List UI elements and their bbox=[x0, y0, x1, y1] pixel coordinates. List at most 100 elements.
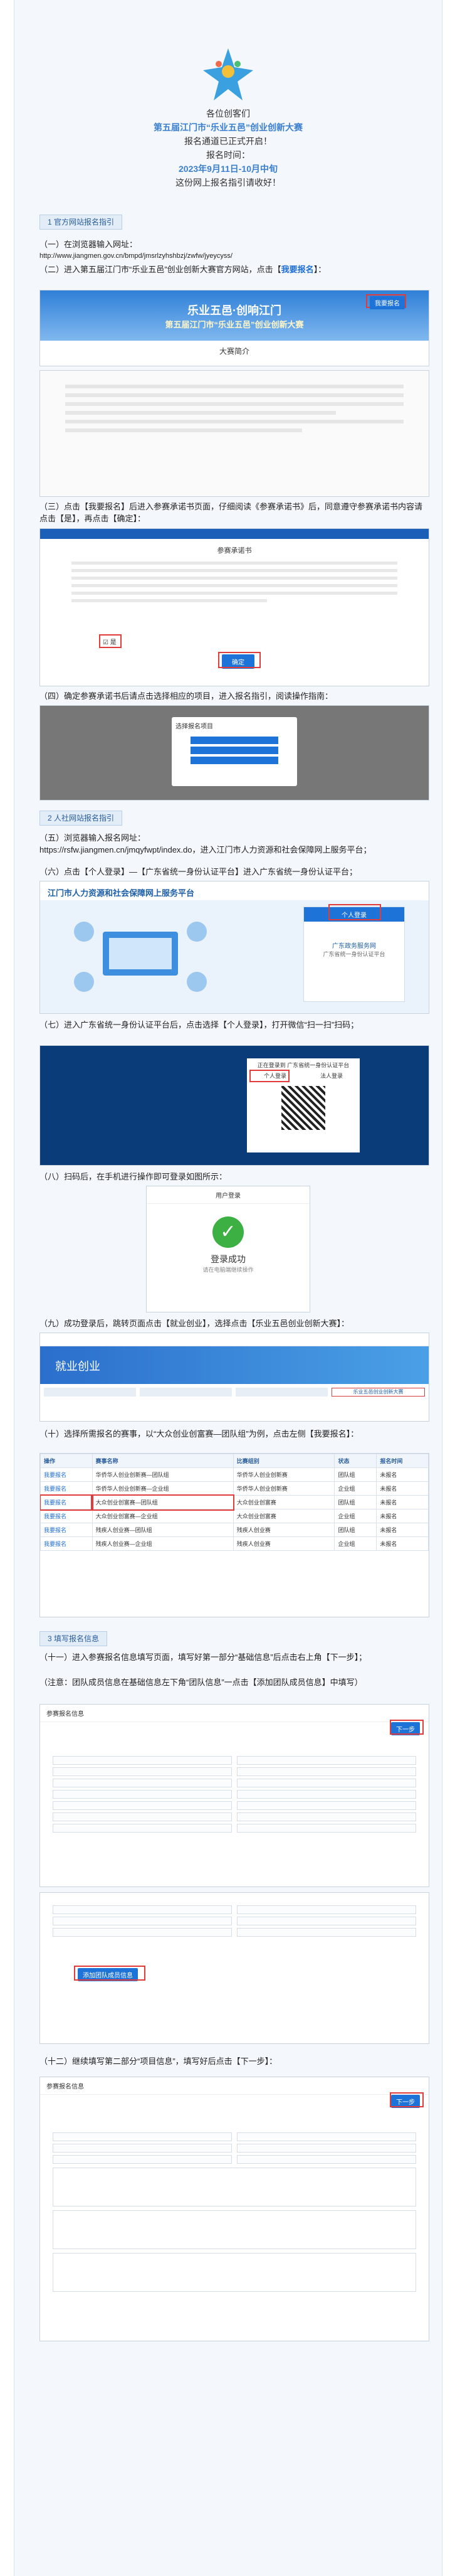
form-field[interactable] bbox=[237, 1905, 416, 1914]
success-sub: 请在电脑端继续操作 bbox=[202, 1267, 254, 1273]
popup-option-3[interactable] bbox=[191, 757, 278, 764]
table-row: 我要报名 残疾人创业赛—企业组 残疾人创业赛 企业组 未报名 bbox=[40, 1536, 429, 1551]
gd-platform-link[interactable]: 广东政务服务网 bbox=[304, 940, 404, 950]
open-text: 报名通道已正式开启！ bbox=[184, 136, 272, 146]
screenshot-team-info-form: 添加团队成员信息 bbox=[39, 1892, 429, 2044]
form-field[interactable] bbox=[53, 1917, 232, 1925]
register-link[interactable]: 我要报名 bbox=[40, 1523, 93, 1537]
form-field[interactable] bbox=[53, 1790, 232, 1799]
form-field[interactable] bbox=[237, 1801, 416, 1810]
table-cell: 华侨华人创业创新赛 bbox=[233, 1481, 335, 1496]
s3-note: （注意：团队成员信息在基础信息左下角“团队信息”一点击【添加团队成员信息】中填写… bbox=[39, 1678, 363, 1687]
form-field[interactable] bbox=[237, 1917, 416, 1925]
form-field[interactable] bbox=[237, 1824, 416, 1833]
site-subtitle: 第五届江门市“乐业五邑”创业创新大赛 bbox=[165, 320, 304, 329]
section-heading-1: 1 官方网站报名指引 bbox=[39, 215, 123, 230]
table-header-row: 操作 赛事名称 比赛组别 状态 报名时间 bbox=[40, 1454, 429, 1468]
jobs-tabs: 乐业五邑创业创新大赛 bbox=[40, 1384, 429, 1400]
official-url[interactable]: http://www.jiangmen.gov.cn/bmpd/jmsrlzyh… bbox=[39, 250, 423, 262]
textarea-field[interactable] bbox=[53, 2253, 416, 2292]
table-cell: 大众创业创富赛 bbox=[233, 1509, 335, 1523]
success-header: 用户登录 bbox=[147, 1186, 310, 1204]
s3-step-2: （十二）继续填写第二部分“项目信息”，填写好后点击【下一步】： bbox=[39, 2057, 278, 2066]
table-cell: 大众创业创富赛—团队组 bbox=[91, 1494, 235, 1511]
table-cell: 华侨华人创业创新赛 bbox=[233, 1467, 335, 1482]
table-cell: 团队组 bbox=[334, 1467, 377, 1482]
step-3-text: （三）点击【我要报名】后进入参赛承诺书页面，仔细阅读《参赛承诺书》后，同意遵守参… bbox=[39, 502, 423, 523]
screenshot-platform: 江门市人力资源和社会保障网上服务平台 个人登录 广东政务服务网 广东省统一身份认… bbox=[39, 881, 429, 1014]
step-2-prefix: （二）进入第五届江门市“乐业五邑”创业创新大赛官方网站，点击【 bbox=[39, 265, 281, 274]
col-header: 比赛组别 bbox=[233, 1454, 335, 1468]
col-header: 报名时间 bbox=[376, 1454, 429, 1468]
table-cell: 未报名 bbox=[376, 1536, 429, 1551]
qr-corp-tab[interactable]: 法人登录 bbox=[320, 1072, 343, 1080]
form-field[interactable] bbox=[237, 2155, 416, 2164]
register-link[interactable]: 我要报名 bbox=[40, 1481, 93, 1496]
form-field[interactable] bbox=[237, 2132, 416, 2141]
table-cell: 未报名 bbox=[376, 1495, 429, 1509]
form-field[interactable] bbox=[53, 1767, 232, 1776]
screenshot-promise: 参赛承诺书 ☑ 是 确定 bbox=[39, 528, 429, 686]
popup-option-2[interactable] bbox=[191, 747, 278, 754]
greeting: 各位创客们 bbox=[206, 109, 250, 119]
form-field[interactable] bbox=[53, 1812, 232, 1821]
jobs-topbar bbox=[40, 1333, 429, 1346]
table-cell: 华侨华人创业创新赛—团队组 bbox=[92, 1467, 234, 1482]
platform-title: 江门市人力资源和社会保障网上服务平台 bbox=[40, 881, 429, 900]
form-field[interactable] bbox=[53, 2132, 232, 2141]
table-cell: 残疾人创业赛 bbox=[233, 1523, 335, 1537]
s2-step-5: （九）成功登录后，跳转页面点击【就业创业】，选择点击【乐业五邑创业创新大赛】： bbox=[39, 1319, 350, 1328]
form-field[interactable] bbox=[237, 1756, 416, 1765]
textarea-field[interactable] bbox=[53, 2210, 416, 2249]
form-field[interactable] bbox=[53, 1824, 232, 1833]
s2-step-4: （八）扫码后，在手机进行操作即可登录如图所示： bbox=[39, 1172, 227, 1181]
form-field[interactable] bbox=[53, 2155, 232, 2164]
form-field[interactable] bbox=[237, 1767, 416, 1776]
screenshot-official-site: 乐业五邑·创响江门 第五届江门市“乐业五邑”创业创新大赛 大赛简介 我要报名 bbox=[39, 290, 429, 366]
form-field[interactable] bbox=[53, 1756, 232, 1765]
screenshot-contest-table: 操作 赛事名称 比赛组别 状态 报名时间 我要报名 华侨华人创业创新赛—团队组 … bbox=[39, 1453, 429, 1617]
register-button[interactable]: 我要报名 bbox=[370, 296, 405, 309]
table-cell: 企业组 bbox=[334, 1536, 377, 1551]
intro-paragraphs bbox=[40, 371, 429, 446]
qr-personal-highlight bbox=[249, 1070, 290, 1082]
table-cell: 团队组 bbox=[334, 1523, 377, 1537]
screenshot-jobs: 就业创业 乐业五邑创业创新大赛 bbox=[39, 1333, 429, 1422]
form-field[interactable] bbox=[53, 1801, 232, 1810]
register-link[interactable]: 我要报名 bbox=[40, 1509, 93, 1523]
table-cell: 华侨华人创业创新赛—企业组 bbox=[92, 1481, 234, 1496]
form-field[interactable] bbox=[237, 1779, 416, 1787]
s2-step-6: （十）选择所需报名的赛事，以“大众创业创富赛—团队组”为例，点击左侧【我要报名】… bbox=[39, 1429, 359, 1439]
form-field[interactable] bbox=[237, 1928, 416, 1937]
register-link[interactable]: 我要报名 bbox=[40, 1494, 94, 1511]
textarea-field[interactable] bbox=[53, 2168, 416, 2206]
confirm-highlight bbox=[218, 652, 261, 668]
register-link[interactable]: 我要报名 bbox=[40, 1467, 93, 1482]
rsfw-url[interactable]: https://rsfw.jiangmen.cn/jmqyfwpt/index.… bbox=[39, 844, 423, 856]
register-link[interactable]: 我要报名 bbox=[40, 1536, 93, 1551]
platform-illustration bbox=[59, 913, 222, 1001]
s2-step-2: （六）点击【个人登录】—【广东省统一身份认证平台】进入广东省统一身份认证平台； bbox=[39, 867, 358, 876]
contest-logo bbox=[203, 48, 253, 100]
form-field[interactable] bbox=[237, 2144, 416, 2153]
promise-body bbox=[40, 562, 429, 602]
screenshot-project-info-form: 参赛报名信息 下一步 bbox=[39, 2077, 429, 2341]
form-field[interactable] bbox=[53, 1779, 232, 1787]
step-2-suffix: 】： bbox=[313, 265, 327, 274]
yes-highlight bbox=[99, 634, 122, 648]
contest-table: 操作 赛事名称 比赛组别 状态 报名时间 我要报名 华侨华人创业创新赛—团队组 … bbox=[40, 1454, 429, 1551]
project-info-fields bbox=[40, 2095, 429, 2292]
success-text: 登录成功 bbox=[211, 1254, 246, 1264]
popup-option-1[interactable] bbox=[191, 737, 278, 744]
form-field[interactable] bbox=[53, 1928, 232, 1937]
form-field[interactable] bbox=[237, 1812, 416, 1821]
contest-tab[interactable]: 乐业五邑创业创新大赛 bbox=[332, 1388, 425, 1397]
form-field[interactable] bbox=[53, 1905, 232, 1914]
section-heading-3: 3 填写报名信息 bbox=[39, 1631, 108, 1646]
s2-step-1-label: （五）浏览器输入报名网址： bbox=[39, 833, 146, 843]
form-field[interactable] bbox=[53, 2144, 232, 2153]
table-row: 我要报名 大众创业创富赛—企业组 大众创业创富赛 企业组 未报名 bbox=[40, 1509, 429, 1523]
screenshot-site-intro bbox=[39, 370, 429, 497]
next-highlight-2 bbox=[390, 2092, 424, 2107]
form-field[interactable] bbox=[237, 1790, 416, 1799]
